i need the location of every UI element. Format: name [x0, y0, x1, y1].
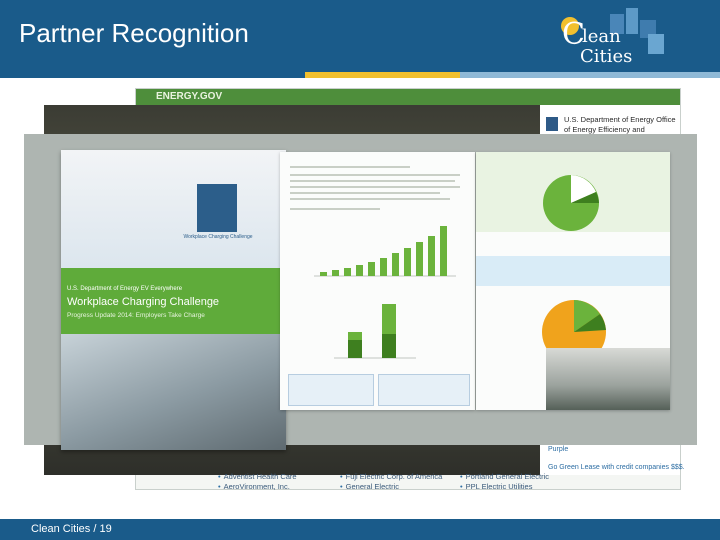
cover-subtitle: Progress Update 2014: Employers Take Cha… [67, 312, 205, 319]
text-line [290, 180, 455, 182]
workplace-charging-logo [197, 184, 237, 232]
slide-header: Partner Recognition C lean Cities [0, 0, 720, 72]
ev-charging-photo [546, 348, 670, 410]
slide-title: Partner Recognition [19, 18, 249, 48]
cover-ev-photo [61, 334, 286, 450]
side-snippet-2: Go Green Lease with credit companies $$$… [548, 464, 685, 471]
side-snippet-1: Purple [548, 446, 569, 453]
energy-gov-bar: ENERGY.GOV [136, 89, 680, 105]
partner-item: • AeroVironment, Inc. [218, 482, 290, 491]
text-line [290, 192, 440, 194]
growth-bar-chart [314, 226, 456, 277]
partners-column-1: • Adventist Health Care • AeroVironment, I… [218, 472, 297, 492]
brochure-spread [280, 152, 670, 412]
text-line [290, 198, 450, 200]
text-line [290, 166, 410, 168]
accent-yellow [305, 72, 460, 78]
accent-lightblue [460, 72, 720, 78]
cover-top-area [61, 150, 286, 268]
logo-line1: lean [582, 26, 621, 47]
clean-cities-logo: C lean Cities [561, 8, 664, 67]
cover-line1: U.S. Department of Energy EV Everywhere [67, 286, 183, 292]
brochure-cover: Workplace Charging Challenge U.S. Depart… [61, 150, 286, 450]
text-line [290, 174, 460, 176]
doe-seal-icon [546, 117, 558, 131]
stacked-bar-chart [334, 304, 416, 359]
stat-band [476, 256, 670, 286]
callout-box-1 [288, 374, 374, 406]
partners-column-3: • Portland General Electric • PPL Electric… [460, 472, 549, 492]
logo-line2: Cities [580, 46, 632, 67]
text-line [290, 208, 380, 210]
spread-left-page [280, 152, 475, 410]
slide-footer: Clean Cities / 19 [0, 519, 720, 540]
partner-item: • PPL Electric Utilities [460, 482, 533, 491]
energy-gov-brand: ENERGY.GOV [156, 91, 223, 102]
cover-logo-text: Workplace Charging Challenge [183, 234, 253, 240]
footer-text: Clean Cities / 19 [31, 523, 112, 535]
cover-title: Workplace Charging Challenge [67, 296, 220, 308]
partner-item: • Adventist Health Care [218, 472, 297, 481]
header-accent-strip [0, 72, 720, 78]
partner-item: • General Electric [340, 482, 399, 491]
partners-column-2: • Fuji Electric Corp. of America • General… [340, 472, 442, 492]
callout-box-2 [378, 374, 470, 406]
text-line [290, 186, 460, 188]
partner-item: • Fuji Electric Corp. of America [340, 472, 443, 481]
partner-item: • Portland General Electric [460, 472, 550, 481]
pie-chart-green [543, 175, 599, 231]
spread-right-page [476, 152, 670, 410]
